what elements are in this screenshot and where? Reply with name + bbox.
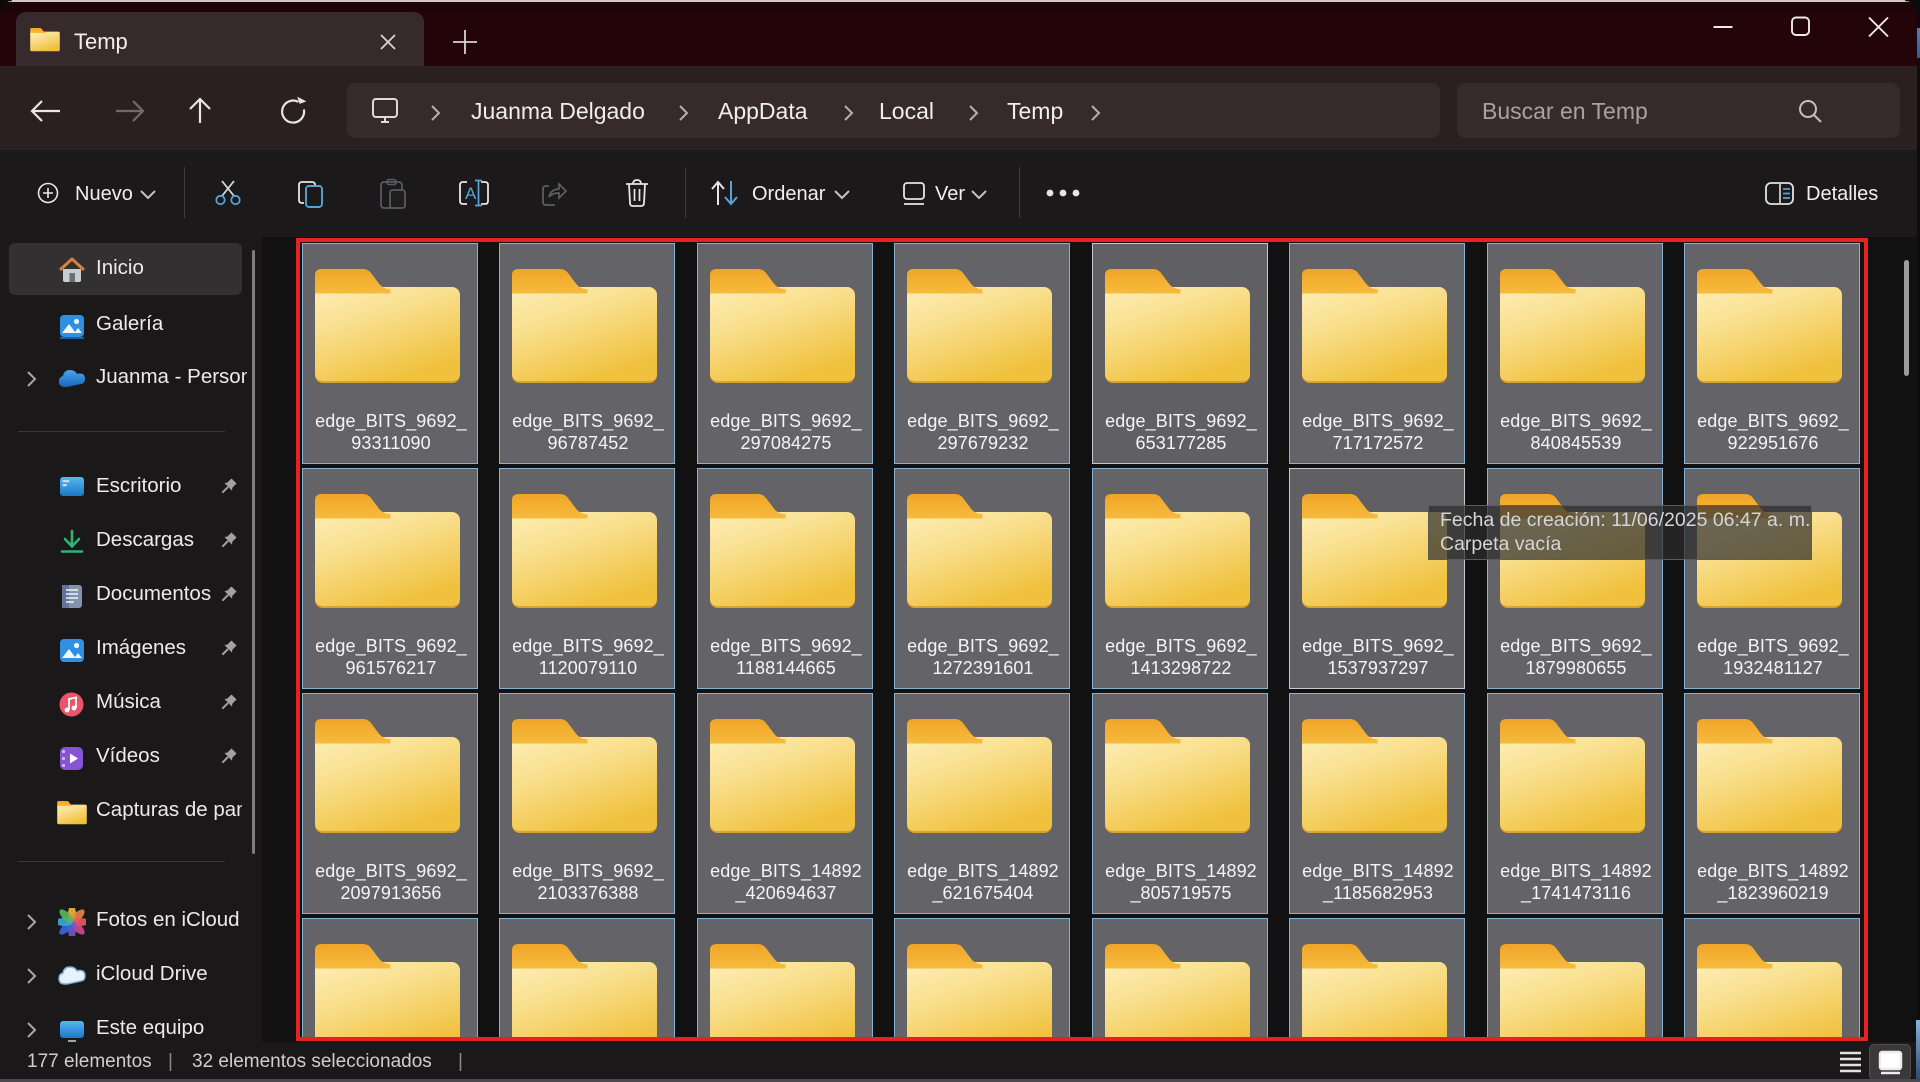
svg-text:A: A — [465, 184, 477, 203]
